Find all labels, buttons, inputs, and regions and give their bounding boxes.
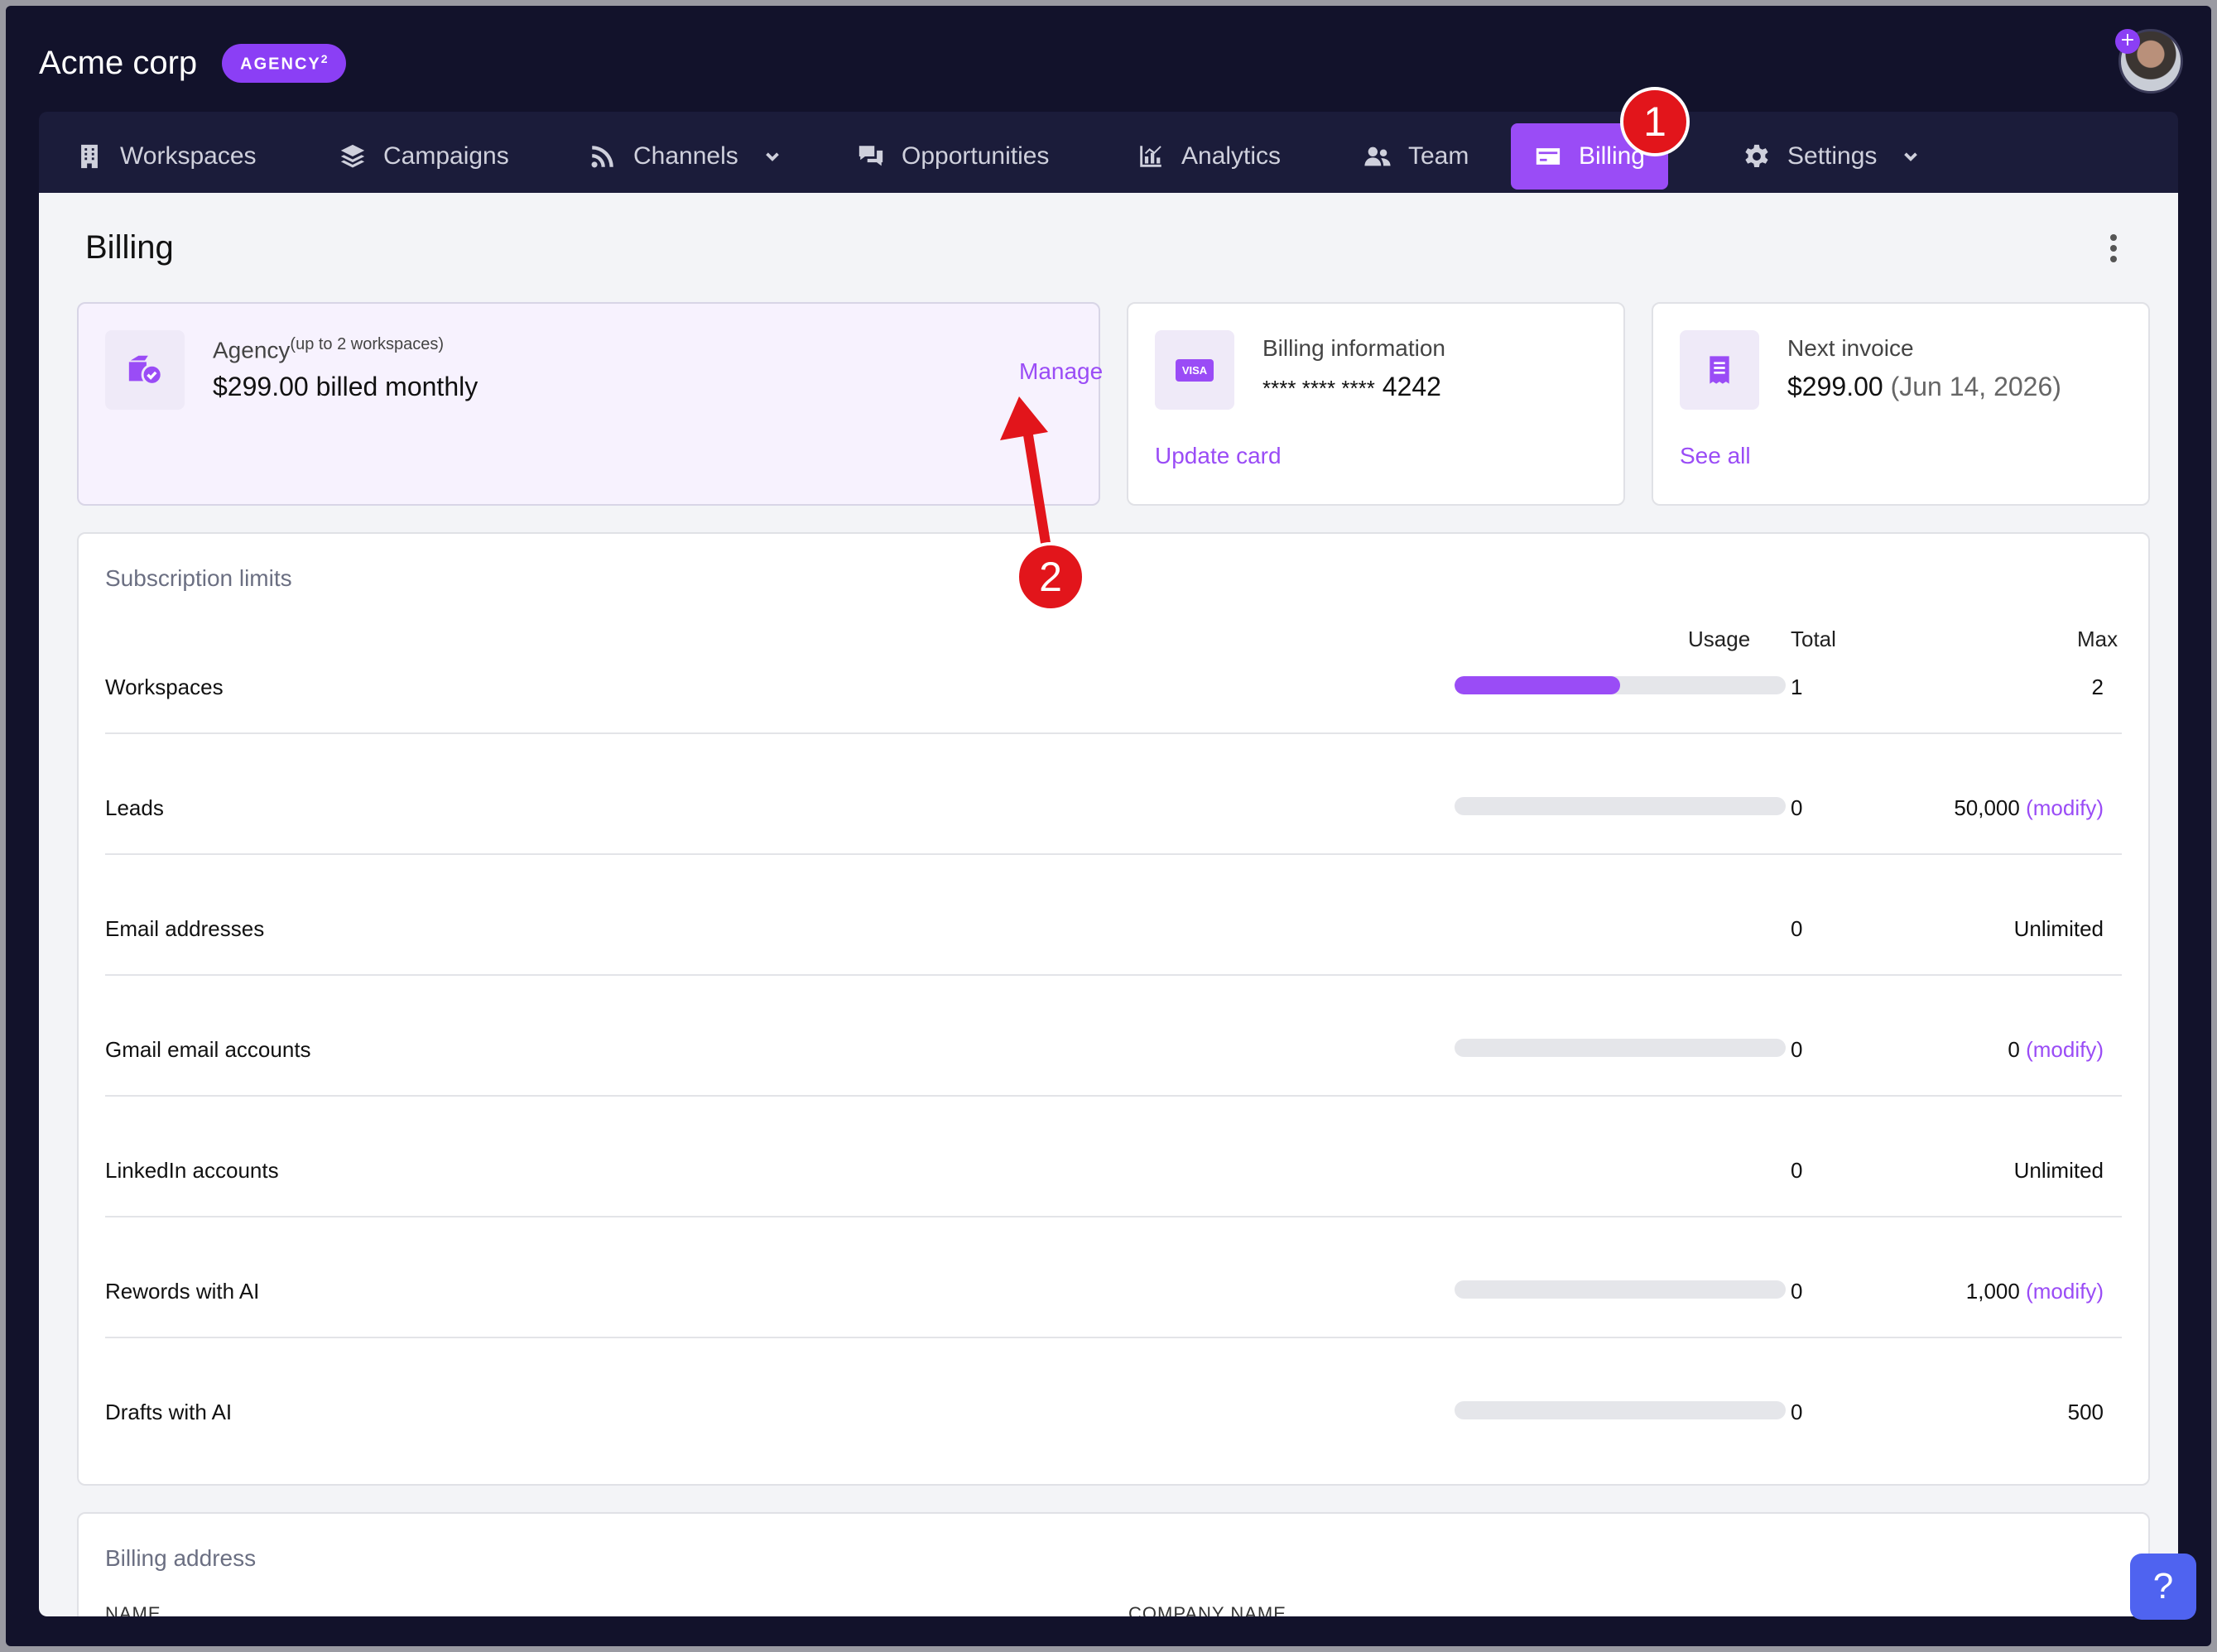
step-1-badge: 1: [1620, 87, 1690, 156]
annotation-layer: [1000, 396, 1055, 574]
annotation-arrowhead: [1000, 396, 1048, 440]
app-window: Acme corp AGENCY2 + Workspaces Campaigns…: [6, 6, 2211, 1646]
step-2-badge: 2: [1016, 542, 1085, 612]
